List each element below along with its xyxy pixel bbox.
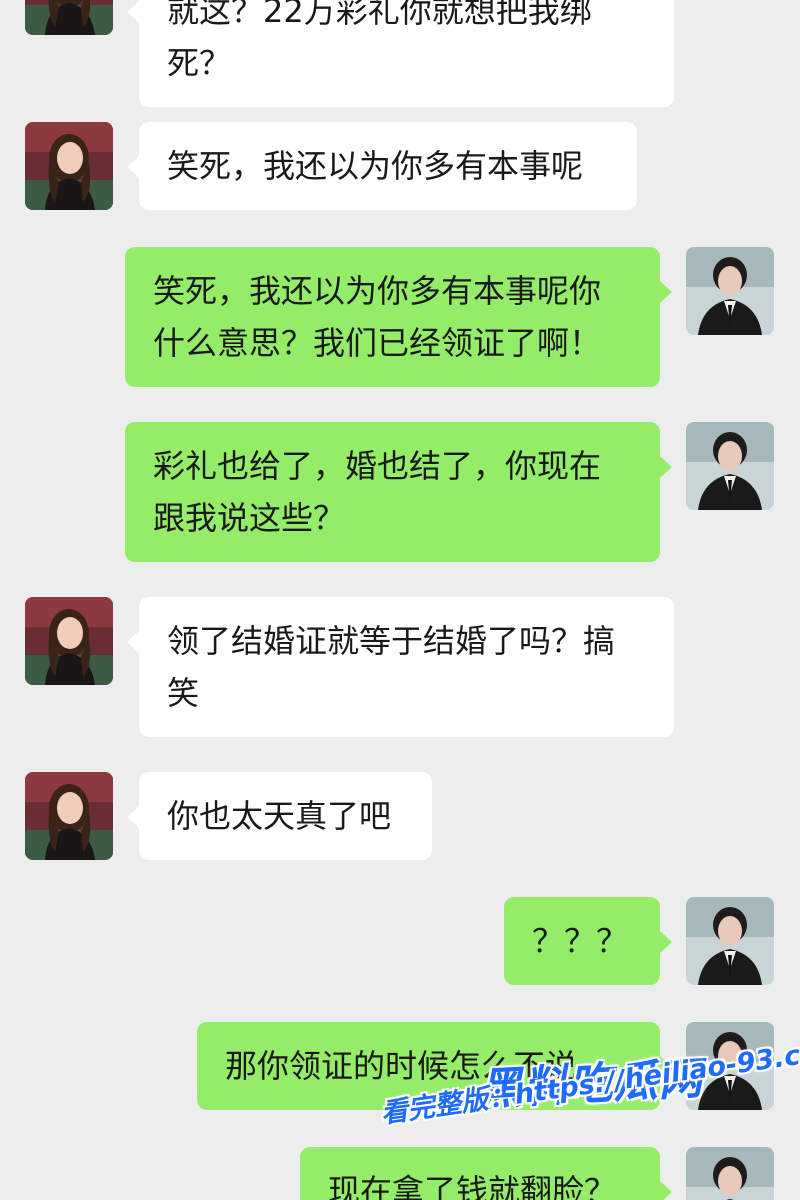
contact-avatar[interactable] <box>25 772 113 860</box>
woman-avatar-icon <box>25 772 113 860</box>
contact-avatar[interactable] <box>25 0 113 35</box>
message-line: 那你领证的时候怎么不说 <box>225 1047 578 1085</box>
message-line: 你也太天真了吧 <box>167 797 392 835</box>
message-line: 领了结婚证就等于结婚了吗？搞 <box>167 622 616 660</box>
man-in-suit-avatar-icon <box>686 1022 774 1110</box>
message-line: 死？ <box>167 44 232 82</box>
self-avatar[interactable] <box>686 897 774 985</box>
message-bubble[interactable]: 笑死，我还以为你多有本事呢 <box>127 122 637 210</box>
message-line: 跟我说这些？ <box>153 499 346 537</box>
woman-avatar-icon <box>25 597 113 685</box>
self-avatar[interactable] <box>686 1022 774 1110</box>
man-in-suit-avatar-icon <box>686 422 774 510</box>
message-line: 现在拿了钱就翻脸？ <box>328 1172 617 1200</box>
message-line: 就这？22万彩礼你就想把我绑 <box>167 0 592 30</box>
message-bubble[interactable]: ？？？ <box>504 897 672 985</box>
message-line: 彩礼也给了，婚也结了，你现在 <box>153 447 602 485</box>
self-avatar[interactable] <box>686 422 774 510</box>
contact-avatar[interactable] <box>25 122 113 210</box>
man-in-suit-avatar-icon <box>686 247 774 335</box>
contact-avatar[interactable] <box>25 597 113 685</box>
man-in-suit-avatar-icon <box>686 1147 774 1200</box>
woman-avatar-icon <box>25 0 113 35</box>
message-bubble[interactable]: 领了结婚证就等于结婚了吗？搞 笑 <box>127 597 674 737</box>
message-line: ？？？ <box>532 922 629 960</box>
self-avatar[interactable] <box>686 1147 774 1200</box>
message-bubble[interactable]: 那你领证的时候怎么不说 <box>197 1022 672 1110</box>
message-bubble[interactable]: 笑死，我还以为你多有本事呢你 什么意思？我们已经领证了啊！ <box>125 247 672 387</box>
message-line: 笑 <box>167 674 200 712</box>
message-bubble[interactable]: 你也太天真了吧 <box>127 772 432 860</box>
message-bubble[interactable]: 现在拿了钱就翻脸？ <box>300 1147 672 1200</box>
message-line: 笑死，我还以为你多有本事呢你 <box>153 272 602 310</box>
message-bubble[interactable]: 就这？22万彩礼你就想把我绑 死？ <box>127 0 674 107</box>
man-in-suit-avatar-icon <box>686 897 774 985</box>
message-bubble[interactable]: 彩礼也给了，婚也结了，你现在 跟我说这些？ <box>125 422 672 562</box>
woman-avatar-icon <box>25 122 113 210</box>
message-line: 笑死，我还以为你多有本事呢 <box>167 147 584 185</box>
self-avatar[interactable] <box>686 247 774 335</box>
chat-area[interactable]: 就这？22万彩礼你就想把我绑 死？ 笑死，我还以为你多有本事呢 笑死，我还以为你… <box>0 0 800 1200</box>
message-line: 什么意思？我们已经领证了啊！ <box>153 324 602 362</box>
